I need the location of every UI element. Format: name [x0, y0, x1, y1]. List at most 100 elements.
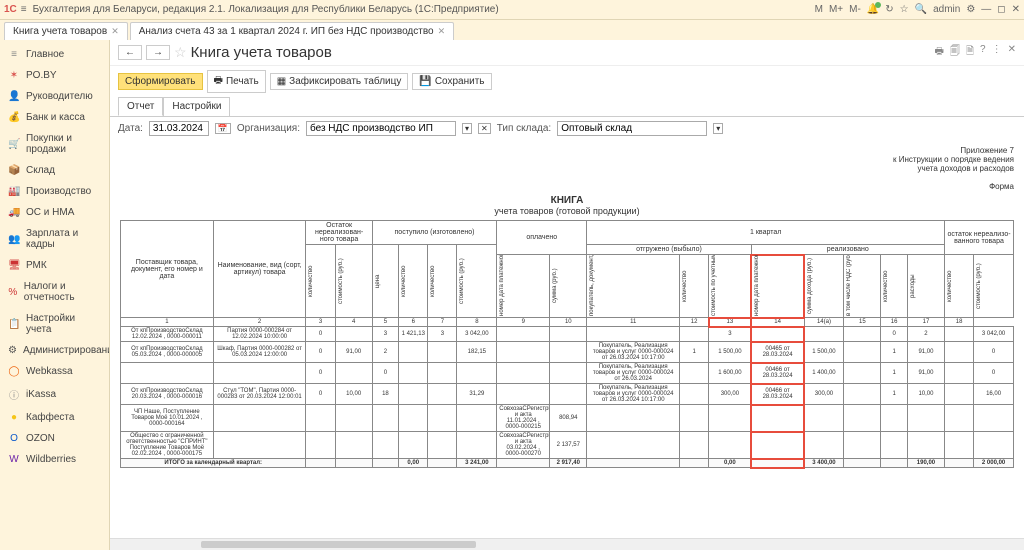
table-row: 00Покупатель, Реализация товаров и услуг… [121, 363, 1014, 384]
sidebar-item[interactable]: 🚚ОС и НМА [0, 202, 109, 223]
org-dd[interactable]: ▾ [462, 123, 472, 134]
history-icon[interactable]: ↻ [885, 4, 893, 15]
titlebar: 1С ≡ Бухгалтерия для Беларуси, редакция … [0, 0, 1024, 20]
sidebar-icon: % [8, 287, 18, 298]
sidebar-label: Покупки и продажи [26, 133, 101, 155]
wtype-input[interactable] [557, 121, 707, 136]
sidebar-item[interactable]: ●Каффеста [0, 407, 109, 428]
sidebar-label: РМК [26, 260, 47, 271]
sidebar-icon: ≡ [8, 49, 20, 60]
sidebar-item[interactable]: ⓘiKassa [0, 382, 109, 407]
sidebar-item[interactable]: 🏭Производство [0, 181, 109, 202]
filters: Дата: 📅 Организация: ▾ ✕ Тип склада: ▾ [110, 116, 1024, 140]
titlebar-tools: M M+ M- 🔔 ↻ ☆ 🔍 admin ⚙ — ◻ ✕ [815, 4, 1020, 15]
report-subtitle: учета товаров (готовой продукции) [120, 206, 1014, 216]
save-icon: 💾 [419, 76, 431, 87]
tab-close-icon[interactable]: ✕ [111, 26, 119, 37]
search-icon[interactable]: 🔍 [915, 4, 927, 15]
fix-table-button[interactable]: ▦Зафиксировать таблицу [270, 73, 409, 90]
sidebar-icon: 👤 [8, 91, 20, 102]
lbl-date: Дата: [118, 123, 143, 134]
header-tools: 🖶 🗐 🗎 ? ⋮ ✕ [935, 44, 1016, 61]
sidebar-item[interactable]: WWildberries [0, 449, 109, 470]
tab-settings[interactable]: Настройки [163, 97, 230, 116]
sidebar-icon: O [8, 433, 20, 444]
page-header: ← → ☆ Книга учета товаров 🖶 🗐 🗎 ? ⋮ ✕ [110, 40, 1024, 66]
sidebar-item[interactable]: 👤Руководителю [0, 86, 109, 107]
sidebar-item[interactable]: %Налоги и отчетность [0, 276, 109, 308]
tab-report[interactable]: Отчет [118, 97, 163, 116]
org-input[interactable] [306, 121, 456, 136]
lbl-wtype: Тип склада: [497, 123, 552, 134]
sidebar-item[interactable]: 💰 Банк и касса [0, 107, 109, 128]
date-picker-icon[interactable]: 📅 [215, 123, 231, 134]
form-button[interactable]: Сформировать [118, 73, 203, 90]
save-button[interactable]: 💾Сохранить [412, 73, 491, 90]
date-input[interactable] [149, 121, 209, 136]
app-logo: 1С [4, 4, 17, 15]
sidebar-item[interactable]: ✶ PO.BY [0, 65, 109, 86]
report-table: Поставщик товара, документ, его номер и … [120, 220, 1014, 468]
table-row: От кпПроизводствоСклад 20.03.2024 , 0000… [121, 384, 1014, 405]
h-scrollbar[interactable] [110, 538, 1024, 550]
sidebar-label: Банк и касса [26, 112, 85, 123]
sidebar-icon: 🏭 [8, 186, 20, 197]
sidebar-label: OZON [26, 433, 55, 444]
sidebar-item[interactable]: 📋Настройки учета [0, 308, 109, 340]
sidebar-item[interactable]: 📦 Склад [0, 160, 109, 181]
sidebar-label: Администрирование [23, 345, 110, 356]
toolbar: Сформировать 🖶Печать ▦Зафиксировать табл… [110, 66, 1024, 97]
calc-m[interactable]: M [815, 4, 823, 15]
sidebar-icon: 📦 [8, 165, 20, 176]
close-icon[interactable]: ✕ [1012, 4, 1020, 15]
sidebar-label: Склад [26, 165, 55, 176]
sidebar-label: Зарплата и кадры [26, 228, 101, 250]
grid-icon: ▦ [277, 76, 286, 87]
sidebar-item[interactable]: 🛒Покупки и продажи [0, 128, 109, 160]
nav-fwd[interactable]: → [146, 45, 170, 60]
sidebar-label: Webkassa [26, 366, 73, 377]
sidebar-item[interactable]: 🖥 РМК [0, 255, 109, 276]
doc-tab[interactable]: Анализ счета 43 за 1 квартал 2024 г. ИП … [130, 22, 454, 40]
sidebar-item[interactable]: ⚙Администрирование [0, 340, 109, 361]
sidebar-icon: ✶ [8, 70, 20, 81]
annex: Приложение 7к Инструкции о порядке веден… [120, 146, 1014, 191]
table-row: От кпПроизводствоСклад 05.03.2024 , 0000… [121, 342, 1014, 363]
tool-more[interactable]: ⋮ [992, 44, 1002, 61]
sidebar-label: PO.BY [26, 70, 57, 81]
sidebar-item[interactable]: ◯ Webkassa [0, 361, 109, 382]
lbl-org: Организация: [237, 123, 300, 134]
sidebar-icon: ◯ [8, 366, 20, 377]
sidebar-icon: 🚚 [8, 207, 20, 218]
calc-mplus[interactable]: M+ [829, 4, 843, 15]
bell-icon[interactable]: 🔔 [867, 4, 879, 15]
star-icon[interactable]: ☆ [900, 4, 909, 15]
sidebar-item[interactable]: O OZON [0, 428, 109, 449]
sidebar-icon: 🖥 [8, 260, 20, 271]
tab-close-icon[interactable]: ✕ [438, 26, 446, 37]
tool-icon[interactable]: ? [980, 44, 986, 61]
maximize-icon[interactable]: ◻ [997, 4, 1005, 15]
user-label[interactable]: admin [933, 4, 960, 15]
settings-icon[interactable]: ⚙ [966, 4, 975, 15]
print-button[interactable]: 🖶Печать [207, 70, 266, 93]
doc-tab[interactable]: Книга учета товаров✕ [4, 22, 128, 40]
tool-close[interactable]: ✕ [1008, 44, 1016, 61]
table-row: От кпПроизводствоСклад 12.02.2024 , 0000… [121, 327, 1014, 342]
fav-icon[interactable]: ☆ [174, 44, 187, 61]
menu-icon[interactable]: ≡ [21, 4, 27, 15]
tool-icon[interactable]: 🗎 [966, 44, 974, 61]
sidebar-icon: 💰 [8, 112, 20, 123]
wtype-dd[interactable]: ▾ [713, 123, 723, 134]
table-row: ЧП Наше, Поступление Товаров Моё 10.01.2… [121, 405, 1014, 432]
sidebar-item[interactable]: ≡Главное [0, 44, 109, 65]
tool-icon[interactable]: 🖶 [935, 44, 944, 61]
tool-icon[interactable]: 🗐 [950, 44, 960, 61]
sidebar-item[interactable]: 👥Зарплата и кадры [0, 223, 109, 255]
report-title: КНИГА [120, 195, 1014, 206]
calc-mminus[interactable]: M- [849, 4, 861, 15]
minimize-icon[interactable]: — [981, 4, 991, 15]
print-icon: 🖶 [214, 73, 223, 90]
nav-back[interactable]: ← [118, 45, 142, 60]
org-clear[interactable]: ✕ [478, 123, 491, 134]
